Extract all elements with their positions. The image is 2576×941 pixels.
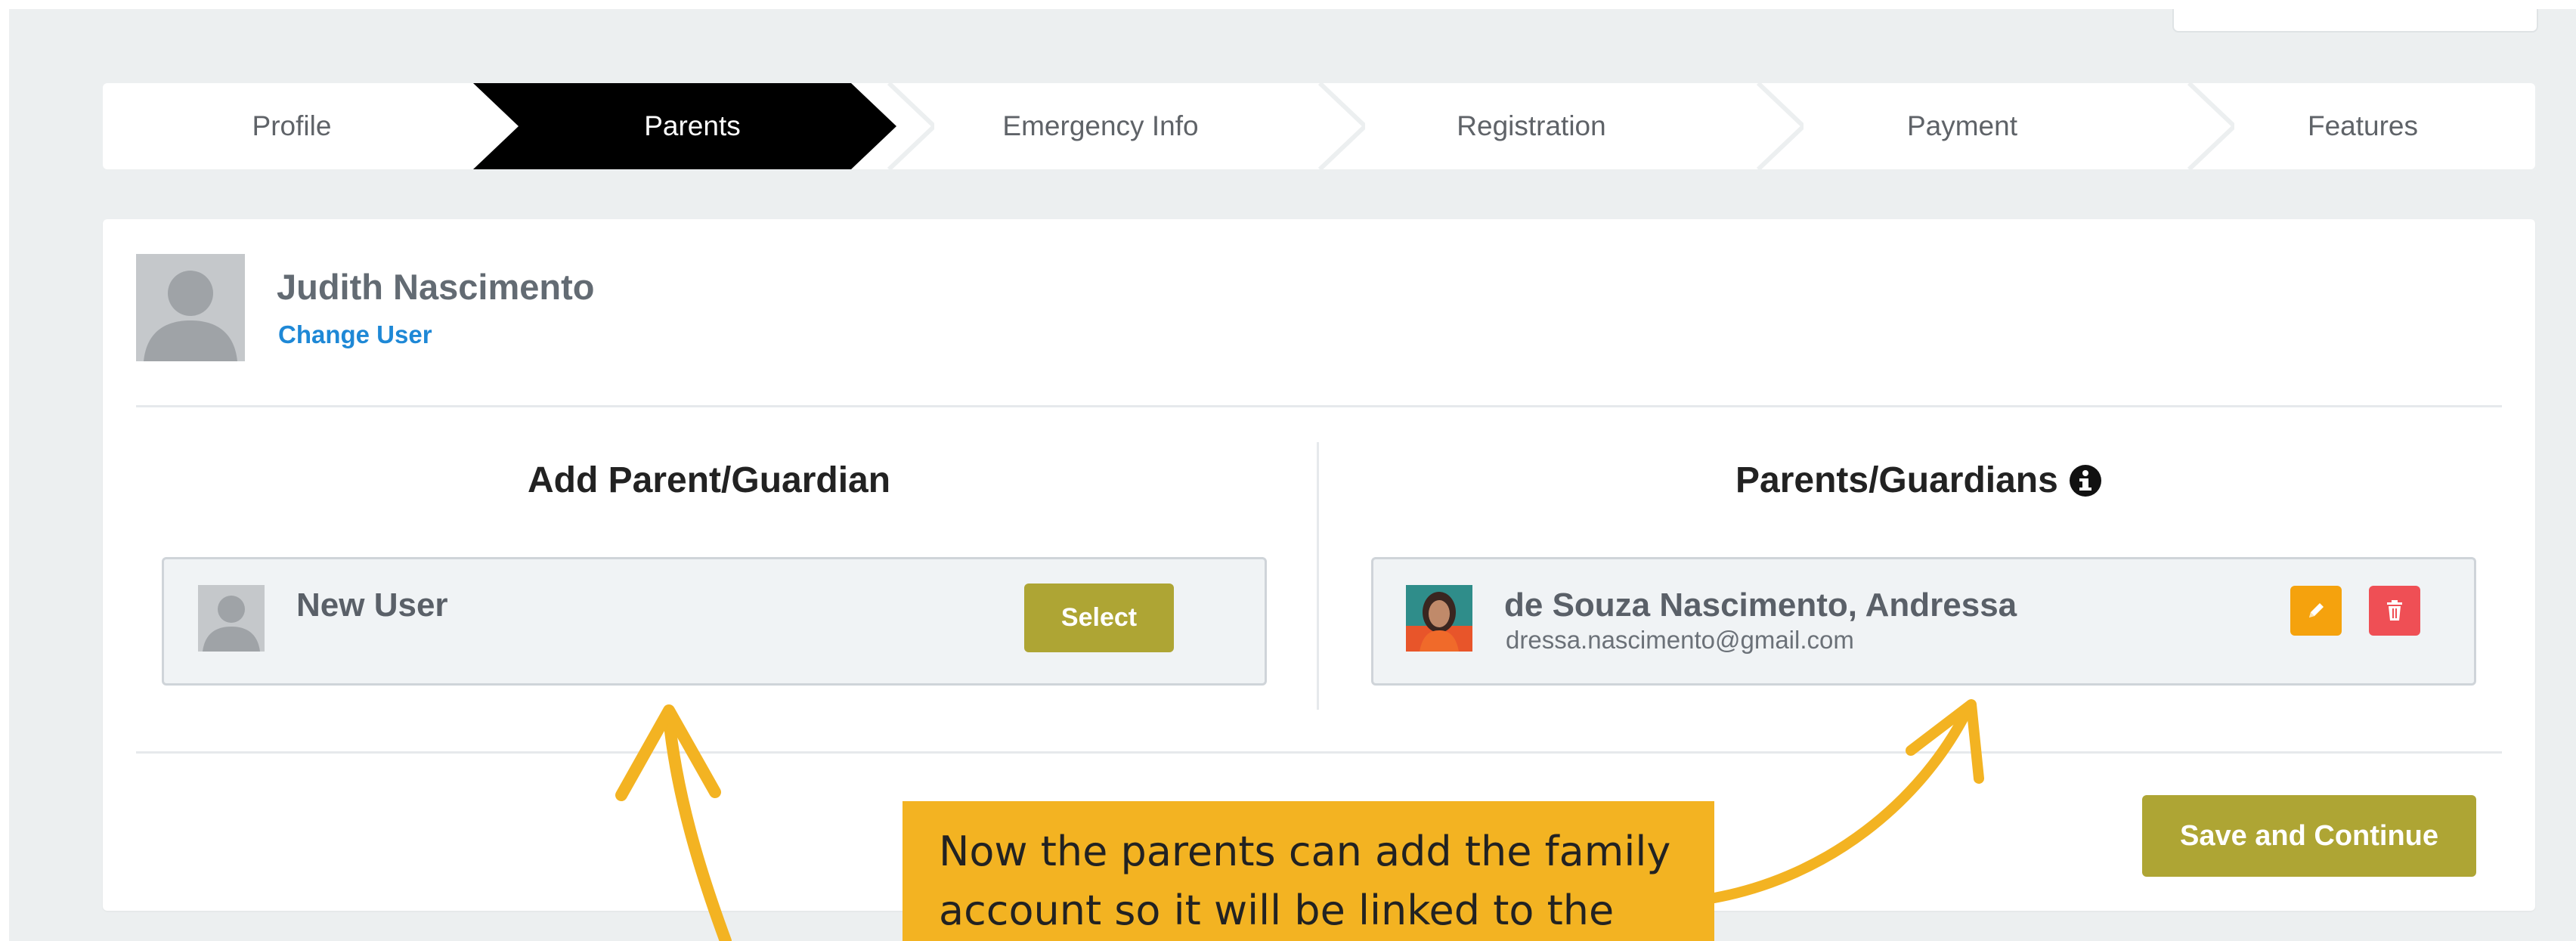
- column-divider: [1317, 442, 1319, 710]
- annotation-callout: Now the parents can add the family accou…: [903, 801, 1714, 941]
- parent-email: dressa.nascimento@gmail.com: [1506, 626, 1854, 654]
- callout-line: Now the parents can add the family: [939, 828, 1671, 875]
- avatar: [198, 585, 265, 652]
- parents-title-text: Parents/Guardians: [1735, 460, 2058, 500]
- change-user-link[interactable]: Change User: [278, 320, 432, 349]
- pencil-icon: [2309, 603, 2324, 618]
- callout-line: account so it will be linked to the: [939, 887, 1615, 934]
- step-label: Parents: [644, 110, 741, 141]
- info-circle-icon[interactable]: [2069, 464, 2102, 497]
- delete-button[interactable]: [2369, 586, 2420, 636]
- parent-photo: [1406, 585, 1472, 652]
- parent-name: de Souza Nascimento, Andressa: [1504, 587, 2017, 624]
- step-profile[interactable]: Profile: [103, 83, 481, 169]
- step-label: Profile: [252, 110, 332, 141]
- step-features[interactable]: Features: [2189, 83, 2535, 169]
- step-separator: [887, 83, 934, 169]
- step-separator: [1756, 83, 1804, 169]
- parents-title: Parents/Guardians: [1735, 460, 2102, 501]
- step-label: Registration: [1457, 110, 1606, 141]
- step-label: Features: [2307, 110, 2418, 141]
- user-name: Judith Nascimento: [277, 267, 595, 307]
- step-label: Emergency Info: [1002, 110, 1199, 141]
- divider: [136, 405, 2502, 407]
- step-separator: [2187, 83, 2234, 169]
- top-dropdown[interactable]: [2172, 9, 2538, 33]
- divider: [136, 751, 2502, 754]
- step-emergency-info[interactable]: Emergency Info: [904, 83, 1297, 169]
- new-user-label: New User: [296, 587, 448, 624]
- save-and-continue-button[interactable]: Save and Continue: [2142, 795, 2476, 877]
- step-label: Payment: [1906, 110, 2017, 141]
- step-parents[interactable]: Parents: [503, 83, 881, 169]
- step-separator: [1317, 83, 1365, 169]
- trash-icon: [2387, 600, 2402, 621]
- edit-button[interactable]: [2290, 586, 2342, 636]
- select-button[interactable]: Select: [1024, 583, 1174, 652]
- step-registration[interactable]: Registration: [1327, 83, 1735, 169]
- avatar: [136, 254, 245, 361]
- wizard-stepper: Profile Parents Emergency Info Registrat…: [103, 83, 2535, 169]
- step-payment[interactable]: Payment: [1766, 83, 2159, 169]
- add-parent-title: Add Parent/Guardian: [528, 460, 891, 500]
